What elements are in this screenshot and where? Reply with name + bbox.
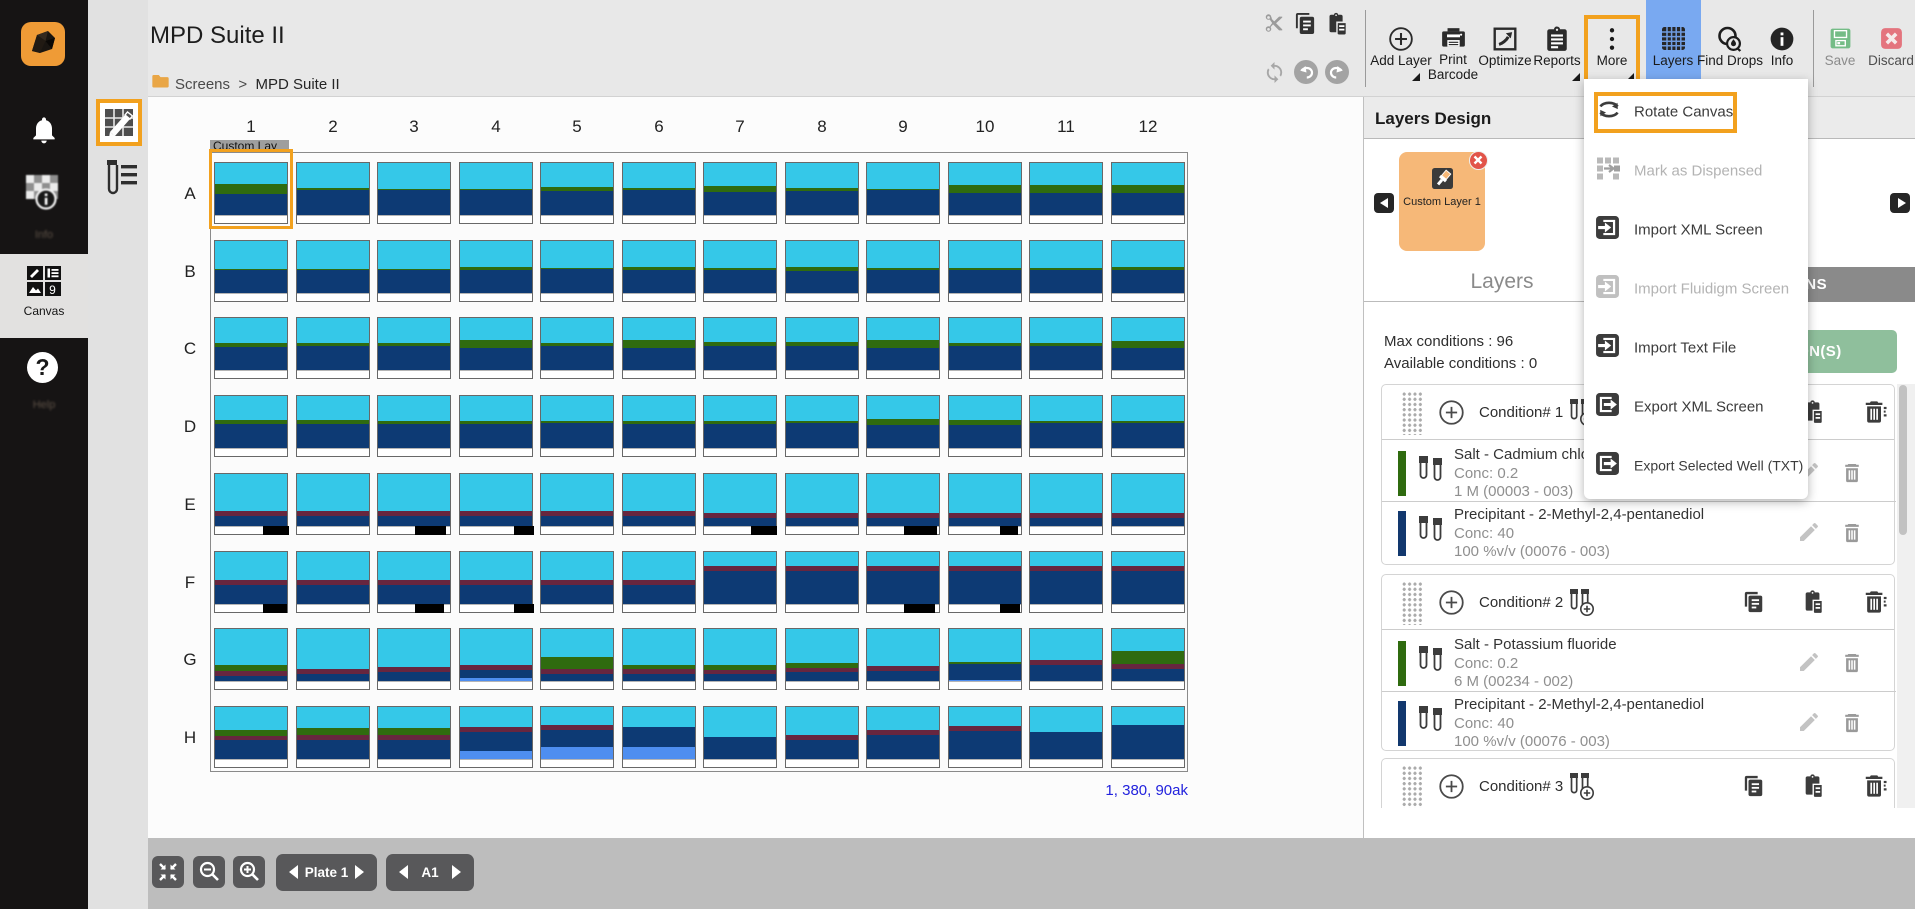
svg-text:9: 9 [49, 283, 56, 297]
